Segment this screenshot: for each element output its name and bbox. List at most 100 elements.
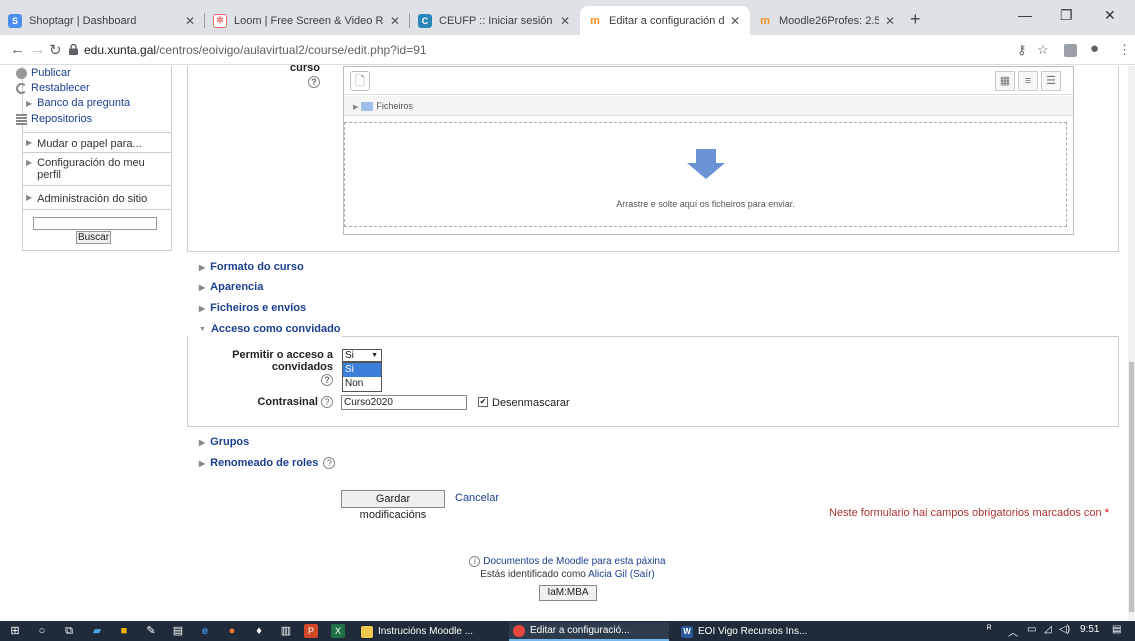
- new-tab-button[interactable]: +: [910, 9, 921, 30]
- browser-tab-loom[interactable]: ✲ Loom | Free Screen & Video Re ✕: [205, 6, 410, 35]
- address-bar: ← → ↻ edu.xunta.gal/centros/eoivigo/aula…: [0, 35, 1135, 65]
- browser-tab-moodle26[interactable]: m Moodle26Profes: 2.5. Como cre ✕: [750, 6, 905, 35]
- store-icon[interactable]: ▰: [90, 624, 104, 638]
- summary-files-label: curso ?: [290, 62, 320, 88]
- help-icon[interactable]: ?: [321, 396, 333, 408]
- firefox-icon[interactable]: ●: [225, 624, 239, 638]
- moodle-docs-link[interactable]: i Documentos de Moodle para esta páxina: [0, 556, 1135, 567]
- triangle-down-icon: ▼: [199, 325, 206, 333]
- battery-icon[interactable]: ▭: [1027, 624, 1036, 635]
- section-aparencia[interactable]: ▶ Aparencia: [199, 281, 263, 293]
- files-icon[interactable]: ■: [117, 624, 131, 638]
- view-tree-icon[interactable]: ☰: [1041, 71, 1061, 91]
- folder-icon: [361, 625, 373, 638]
- browser-tab-ceufp[interactable]: C CEUFP :: Iniciar sesión ✕: [410, 6, 580, 35]
- option-si[interactable]: Si: [343, 363, 381, 377]
- task-view-icon[interactable]: ⧉: [62, 624, 76, 638]
- browser-tab-editar[interactable]: m Editar a configuración do curso ✕: [580, 6, 750, 35]
- help-icon[interactable]: ?: [323, 457, 336, 469]
- section-ficheiros-envios[interactable]: ▶ Ficheiros e envíos: [199, 302, 306, 314]
- clock[interactable]: 9:51: [1080, 624, 1099, 635]
- sidebar-nav-mudar-papel[interactable]: ▶ Mudar o papel para...: [26, 138, 142, 150]
- sidebar-item-restablecer[interactable]: Restablecer: [16, 82, 90, 94]
- microphone-icon[interactable]: ♦: [252, 624, 266, 638]
- chevron-up-icon[interactable]: ︿: [1008, 624, 1018, 639]
- sidebar-item-label: Restablecer: [31, 82, 90, 94]
- reload-icon[interactable]: ↻: [49, 41, 62, 59]
- section-grupos[interactable]: ▶ Grupos: [199, 436, 249, 448]
- shoptagr-icon: S: [8, 13, 22, 28]
- section-acceso-convidado[interactable]: ▼ Acceso como convidado: [199, 323, 341, 335]
- sidebar-item-repositorios[interactable]: Repositorios: [16, 113, 92, 125]
- url-field[interactable]: edu.xunta.gal/centros/eoivigo/aulavirtua…: [84, 43, 427, 57]
- restore-icon[interactable]: ❐: [1060, 7, 1073, 24]
- tab-title: Moodle26Profes: 2.5. Como cre: [779, 14, 879, 27]
- view-icons-icon[interactable]: ▦: [995, 71, 1015, 91]
- back-icon[interactable]: ←: [10, 41, 25, 58]
- search-icon[interactable]: ○: [35, 624, 49, 638]
- help-icon[interactable]: ?: [307, 76, 320, 88]
- menu-icon[interactable]: ⋮: [1118, 42, 1131, 58]
- profile-icon[interactable]: ●: [1090, 40, 1099, 57]
- volume-icon[interactable]: ◁): [1059, 624, 1070, 635]
- search-input[interactable]: [33, 217, 157, 230]
- triangle-icon: ▶: [353, 104, 359, 111]
- chrome-icon: [513, 624, 525, 637]
- file-picker-path[interactable]: ▶ Ficheiros: [344, 96, 1073, 116]
- sidebar-nav-administracion[interactable]: ▶ Administración do sitio: [26, 193, 147, 205]
- paint-icon[interactable]: ✎: [144, 624, 158, 638]
- cancel-link[interactable]: Cancelar: [455, 492, 499, 504]
- sidebar-item-publicar[interactable]: Publicar: [16, 67, 71, 79]
- taskbar-app-word[interactable]: W EOI Vigo Recursos Ins...: [677, 622, 822, 641]
- close-icon[interactable]: ✕: [883, 14, 897, 28]
- powerpoint-icon[interactable]: P: [304, 624, 318, 638]
- guest-password-input[interactable]: Curso2020: [341, 395, 467, 410]
- guest-access-select[interactable]: Si ▼: [342, 349, 382, 362]
- forward-icon[interactable]: →: [30, 41, 45, 58]
- edge-icon[interactable]: e: [198, 624, 212, 638]
- browser-tab-shoptagr[interactable]: S Shoptagr | Dashboard ✕: [0, 6, 205, 35]
- section-formato-curso[interactable]: ▶ Formato do curso: [199, 261, 304, 273]
- sidebar-nav-perfil[interactable]: ▶ Configuración do meu perfil: [26, 157, 161, 181]
- save-button[interactable]: Gardar modificacións: [341, 490, 445, 521]
- file-picker-toolbar: 🗋 ▦ ≡ ☰: [344, 67, 1073, 95]
- triangle-icon: ▶: [26, 158, 33, 167]
- close-icon[interactable]: ✕: [558, 14, 572, 28]
- tab-title: Shoptagr | Dashboard: [29, 14, 137, 27]
- role-button[interactable]: IaM:MBA: [539, 585, 597, 601]
- repository-icon: [16, 113, 27, 125]
- taskbar-app-chrome[interactable]: Editar a configuració...: [509, 622, 669, 641]
- triangle-icon: ▶: [199, 458, 206, 468]
- extension-icon[interactable]: [1064, 44, 1077, 57]
- notes-icon[interactable]: ▥: [279, 624, 293, 638]
- triangle-icon: ▶: [199, 303, 206, 313]
- file-dropzone[interactable]: Arrastre e solte aquí os ficheiros para …: [344, 122, 1067, 227]
- wifi-icon[interactable]: ◿: [1044, 624, 1052, 635]
- sidebar-item-banco[interactable]: ▶ Banco da pregunta: [26, 97, 130, 109]
- scrollbar-thumb[interactable]: [1129, 362, 1134, 612]
- view-list-icon[interactable]: ≡: [1018, 71, 1038, 91]
- search-button[interactable]: Buscar: [76, 231, 111, 244]
- triangle-icon: ▶: [26, 98, 33, 108]
- close-icon[interactable]: ✕: [728, 14, 742, 28]
- add-file-icon[interactable]: 🗋: [350, 71, 370, 91]
- minimize-icon[interactable]: —: [1018, 7, 1032, 23]
- user-logout-link[interactable]: Alicia Gil (Saír): [588, 569, 655, 580]
- notifications-icon[interactable]: ▤: [1112, 624, 1121, 635]
- people-icon[interactable]: ᴿ: [987, 624, 992, 635]
- close-icon[interactable]: ✕: [183, 14, 197, 28]
- help-icon[interactable]: ?: [321, 374, 333, 386]
- section-renomeado-roles[interactable]: ▶ Renomeado de roles ?: [199, 457, 336, 469]
- folder-icon: [361, 102, 374, 112]
- triangle-icon: ▶: [26, 193, 33, 202]
- windows-start-icon[interactable]: ⊞: [8, 624, 22, 638]
- close-icon[interactable]: ✕: [388, 14, 402, 28]
- excel-icon[interactable]: X: [331, 624, 345, 638]
- key-icon[interactable]: ⚷: [1017, 42, 1027, 58]
- star-icon[interactable]: ☆: [1037, 42, 1049, 58]
- unmask-checkbox[interactable]: ✔: [478, 397, 488, 407]
- option-non[interactable]: Non: [343, 377, 381, 391]
- calculator-icon[interactable]: ▤: [171, 624, 185, 638]
- taskbar-app-instrucions[interactable]: Instrucións Moodle ...: [357, 622, 503, 641]
- window-close-icon[interactable]: ✕: [1104, 7, 1116, 24]
